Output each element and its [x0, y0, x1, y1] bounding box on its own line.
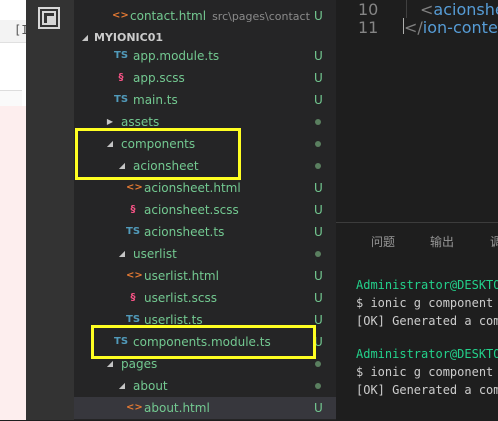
terminal-command: $ ionic g component u [356, 365, 498, 379]
folder-label: about [133, 379, 168, 393]
ts-file-icon: TS [114, 50, 129, 61]
file-path: src\pages\contact [212, 10, 310, 23]
git-status-dot [315, 361, 321, 367]
git-status-dot [315, 141, 321, 147]
git-status-badge: U [314, 181, 323, 195]
git-status-dot [315, 251, 321, 257]
git-status-dot [315, 383, 321, 389]
git-status-badge: U [314, 203, 323, 217]
git-status-dot [315, 163, 321, 169]
terminal-prompt: Administrator@DESKTOP [356, 278, 498, 292]
tree-item-acionsheet-ts[interactable]: TS acionsheet.ts U [74, 221, 336, 243]
terminal-output: [OK] Generated a comp [356, 383, 498, 397]
scss-file-icon: § [118, 72, 124, 83]
tree-folder-about[interactable]: ◢ about [74, 375, 336, 397]
git-status-badge: U [314, 9, 323, 23]
html-file-icon: <> [112, 10, 129, 21]
terminal-command: $ ionic g component a [356, 296, 498, 310]
highlight-box-components [75, 128, 241, 180]
file-label: main.ts [133, 93, 178, 107]
git-status-badge: U [314, 71, 323, 85]
tab-output[interactable]: 输出 [430, 233, 454, 250]
text-cursor [403, 18, 404, 34]
tag-bracket: </ [404, 18, 423, 37]
file-label: userlist.html [144, 269, 219, 283]
git-status-badge: U [314, 291, 323, 305]
file-label: app.scss [133, 71, 185, 85]
scss-file-icon: § [130, 204, 136, 215]
file-label: app.module.ts [133, 49, 220, 63]
tree-item-main-ts[interactable]: TS main.ts U [74, 89, 336, 111]
code-line-10: 10 <acionsheet [336, 1, 498, 19]
file-label: acionsheet.ts [144, 225, 225, 239]
tag-name: acionsheet [433, 0, 498, 19]
git-status-badge: U [314, 93, 323, 107]
highlight-box-components-module [91, 325, 316, 359]
git-status-badge: U [314, 269, 323, 283]
file-label: about.html [144, 401, 210, 415]
tab-problems[interactable]: 问题 [371, 233, 395, 250]
folder-label: userlist [133, 247, 177, 261]
tag-bracket: < [420, 0, 434, 19]
background-window: [I [0, 0, 28, 420]
terminal-prompt: Administrator@DESKTOP [356, 347, 498, 361]
html-file-icon: <> [126, 270, 143, 281]
line-number: 10 [358, 0, 379, 19]
git-status-badge: U [314, 401, 323, 415]
background-window-toolbar: [I [0, 20, 28, 43]
git-status-badge: U [314, 225, 323, 239]
git-status-dot [315, 119, 321, 125]
chevron-down-icon: ◢ [118, 381, 126, 390]
html-file-icon: <> [126, 182, 143, 193]
activity-bar [26, 0, 74, 420]
scss-file-icon: § [130, 292, 136, 303]
file-label: acionsheet.html [144, 181, 241, 195]
code-line-11: 11 </ion-content [336, 19, 498, 37]
tree-item-acionsheet-scss[interactable]: § acionsheet.scss U [74, 199, 336, 221]
background-window-content [0, 106, 26, 420]
tree-item-userlist-scss[interactable]: § userlist.scss U [74, 287, 336, 309]
html-file-icon: <> [126, 402, 143, 413]
chevron-down-icon: ◢ [118, 249, 126, 258]
file-label: userlist.scss [144, 291, 217, 305]
file-label: contact.html [130, 9, 207, 23]
terminal-output: [OK] Generated a comp [356, 314, 498, 328]
explorer-icon[interactable] [38, 7, 60, 29]
tree-item-acionsheet-html[interactable]: <> acionsheet.html U [74, 177, 336, 199]
tree-item-app-module-ts[interactable]: TS app.module.ts U [74, 45, 336, 67]
tag-name: ion-content [422, 18, 498, 37]
tree-item-about-html[interactable]: <> about.html U [74, 397, 336, 419]
tree-item-contact-html[interactable]: <> contact.html src\pages\contact U [74, 5, 336, 27]
tree-folder-userlist[interactable]: ◢ userlist [74, 243, 336, 265]
tree-item-app-scss[interactable]: § app.scss U [74, 67, 336, 89]
ts-file-icon: TS [114, 94, 129, 105]
line-number: 11 [358, 18, 379, 37]
git-status-badge: U [314, 49, 323, 63]
tab-debug[interactable]: 调 [490, 233, 498, 250]
ts-file-icon: TS [126, 226, 141, 237]
tree-item-userlist-html[interactable]: <> userlist.html U [74, 265, 336, 287]
file-label: acionsheet.scss [144, 203, 239, 217]
